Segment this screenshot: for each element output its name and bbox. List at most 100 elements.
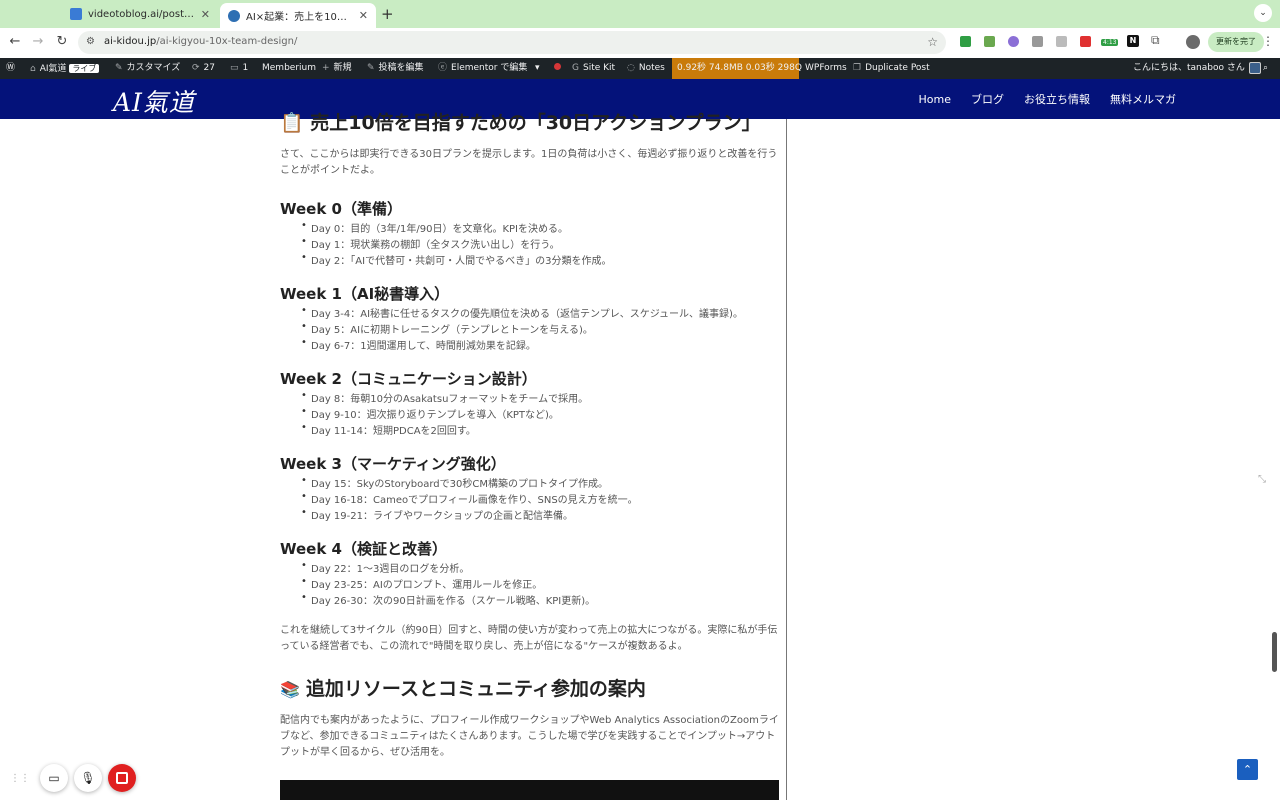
list-item: Day 22：1〜3週目のログを分析。	[301, 560, 469, 575]
list-item: Day 15：SkyのStoryboardで30秒CM構築のプロトタイプ作成。	[301, 475, 608, 490]
list-item: Day 26-30：次の90日計画を作る（スケール戦略、KPI更新)。	[301, 592, 595, 607]
site-info-icon[interactable]: ⚙	[86, 36, 95, 47]
wp-admin-bar: Ⓦ ⌂ AI氣道 ライブ ✎ カスタマイズ ⟳ 27 ▭ 1 Memberium + 新規…	[0, 58, 1280, 79]
tab-videotoblog[interactable]: videotoblog.ai/posts/gMn9E ✕	[62, 3, 218, 25]
list-item: Day 16-18：Cameoでプロフィール画像を作り、SNSの見え方を統一。	[301, 491, 638, 506]
palette-icon: ✎	[115, 63, 123, 73]
chevron-down-icon[interactable]: ⌄	[1254, 4, 1272, 22]
tab-title: videotoblog.ai/posts/gMn9E	[88, 8, 197, 20]
list-item: Day 23-25：AIのプロンプト、運用ルールを修正。	[301, 576, 542, 591]
elementor-icon: ⓔ	[438, 63, 448, 73]
section-paragraph: 配信内でも案内があったように、プロフィール作成ワークショップやWeb Analy…	[280, 715, 779, 758]
notes-link[interactable]: ◌ Notes	[627, 58, 665, 79]
camera-button[interactable]: ▭	[40, 764, 68, 792]
list-item: Day 6-7：1週間運用して、時間削減効果を記録。	[301, 337, 536, 352]
stop-recording-button[interactable]	[108, 764, 136, 792]
edit-post-link[interactable]: ✎ 投稿を編集	[367, 58, 424, 79]
wpforms-link[interactable]: WPForms	[805, 58, 847, 79]
customize-link[interactable]: ✎ カスタマイズ	[115, 58, 180, 79]
browser-tab-strip: videotoblog.ai/posts/gMn9E ✕ AI×起業：売上を10…	[0, 0, 1280, 28]
bookmark-star-icon[interactable]: ☆	[927, 35, 938, 49]
list-item: Day 9-10：週次振り返りテンプレを導入（KPTなど)。	[301, 406, 559, 421]
drag-handle-icon[interactable]: ⋮⋮	[10, 773, 30, 784]
main-nav: Home ブログ お役立ち情報 無料メルマガ	[919, 79, 1176, 119]
edit-post-label: 投稿を編集	[378, 63, 424, 73]
camera-icon: ▭	[48, 771, 60, 785]
week-heading: Week 2（コミュニケーション設計）	[280, 370, 537, 388]
list-item: Day 19-21：ライブやワークショップの企画と配信準備。	[301, 507, 573, 522]
tab-ai-kigyou[interactable]: AI×起業：売上を10倍にするチー ✕	[220, 3, 376, 28]
video-embed[interactable]	[280, 780, 779, 800]
close-icon[interactable]: ✕	[359, 9, 368, 22]
search-icon[interactable]: ⌕	[1263, 58, 1268, 79]
section-heading: 📚 追加リソースとコミュニティ参加の案内	[280, 674, 646, 701]
query-monitor[interactable]: 0.92秒 74.8MB 0.03秒 298Q	[672, 58, 802, 79]
side-panel-handle-icon[interactable]: ⤡	[1258, 474, 1266, 485]
extension-badge[interactable]: 4:13	[1101, 39, 1119, 46]
duplicate-icon: ❐	[853, 63, 862, 73]
url-host: ai-kidou.jp	[104, 36, 157, 47]
avatar	[1248, 61, 1261, 74]
plus-icon: +	[322, 63, 330, 73]
status-dot[interactable]	[554, 58, 561, 79]
section-heading-text: 追加リソースとコミュニティ参加の案内	[305, 678, 646, 700]
site-kit-link[interactable]: G Site Kit	[572, 58, 615, 79]
site-logo[interactable]: AI氣道	[113, 83, 195, 119]
nav-newsletter[interactable]: 無料メルマガ	[1110, 91, 1176, 107]
notion-extension-icon[interactable]: N	[1127, 35, 1139, 47]
extension-icon[interactable]	[960, 36, 971, 47]
sidebar-divider	[786, 119, 787, 800]
new-tab-button[interactable]: +	[381, 5, 394, 23]
list-item: Day 5：AIに初期トレーニング（テンプレとトーンを与える)。	[301, 321, 593, 336]
mic-button[interactable]: 🎙	[74, 764, 102, 792]
google-icon: G	[572, 63, 579, 73]
list-item: Day 2：「AIで代替可・共創可・人間でやるべき」の3分類を作成。	[301, 252, 611, 267]
duplicate-post-link[interactable]: ❐ Duplicate Post	[853, 58, 930, 79]
scroll-to-top-button[interactable]: ⌃	[1237, 759, 1258, 780]
account-menu[interactable]: こんにちは、tanaboo さん	[1133, 58, 1261, 79]
admin-site-link[interactable]: ⌂ AI氣道 ライブ	[30, 58, 100, 79]
memberium-link[interactable]: Memberium	[262, 58, 316, 79]
menu-kebab-icon[interactable]: ⋮	[1262, 34, 1274, 48]
live-badge: ライブ	[69, 64, 100, 73]
updates-link[interactable]: ⟳ 27	[192, 58, 215, 79]
duplicate-label: Duplicate Post	[865, 63, 930, 73]
camera-extension-icon[interactable]	[1032, 36, 1043, 47]
seo-icon[interactable]: ▾	[535, 58, 540, 79]
nav-resources[interactable]: お役立ち情報	[1024, 91, 1090, 107]
extension-icon[interactable]	[1056, 36, 1067, 47]
new-content-link[interactable]: + 新規	[322, 58, 352, 79]
list-item: Day 3-4：AI秘書に任せるタスクの優先順位を決める（返信テンプレ、スケジュ…	[301, 305, 743, 320]
elementor-link[interactable]: ⓔ Elementor で編集	[438, 58, 527, 79]
extension-icon[interactable]	[984, 36, 995, 47]
profile-avatar[interactable]	[1186, 35, 1200, 49]
puzzle-icon[interactable]: ⧉	[1151, 33, 1160, 48]
list-item: Day 0：目的（3年/1年/90日）を文章化。KPIを決める。	[301, 220, 568, 235]
nav-home[interactable]: Home	[919, 93, 951, 106]
address-bar[interactable]: ⚙ ai-kidou.jp/ai-kigyou-10x-team-design/…	[78, 31, 946, 54]
list-item: Day 1：現状業務の棚卸（全タスク洗い出し）を行う。	[301, 236, 560, 251]
comment-icon: ▭	[230, 63, 239, 73]
week-heading: Week 1（AI秘書導入）	[280, 285, 450, 303]
comments-link[interactable]: ▭ 1	[230, 58, 248, 79]
youtube-extension-icon[interactable]	[1080, 36, 1091, 47]
arrow-up-icon: ⌃	[1242, 763, 1253, 776]
nav-blog[interactable]: ブログ	[971, 91, 1004, 107]
site-kit-label: Site Kit	[582, 63, 616, 73]
reload-icon[interactable]: ↻	[53, 34, 71, 49]
extension-icon[interactable]	[1008, 36, 1019, 47]
week-heading: Week 3（マーケティング強化）	[280, 455, 506, 473]
scrollbar-thumb[interactable]	[1272, 632, 1277, 672]
close-icon[interactable]: ✕	[201, 8, 210, 21]
notes-label: Notes	[638, 63, 665, 73]
url-text: ai-kidou.jp/ai-kigyou-10x-team-design/	[104, 36, 297, 47]
list-item: Day 11-14：短期PDCAを2回回す。	[301, 422, 476, 437]
browser-toolbar: ← → ↻ ⚙ ai-kidou.jp/ai-kigyou-10x-team-d…	[0, 28, 1280, 58]
greeting: こんにちは、tanaboo さん	[1133, 63, 1245, 73]
forward-arrow-icon[interactable]: →	[29, 34, 47, 49]
back-arrow-icon[interactable]: ←	[6, 34, 24, 49]
update-button[interactable]: 更新を完了	[1208, 32, 1264, 52]
elementor-label: Elementor で編集	[451, 63, 528, 73]
admin-site-name: AI氣道	[39, 64, 67, 74]
wordpress-icon[interactable]: Ⓦ	[6, 58, 15, 79]
